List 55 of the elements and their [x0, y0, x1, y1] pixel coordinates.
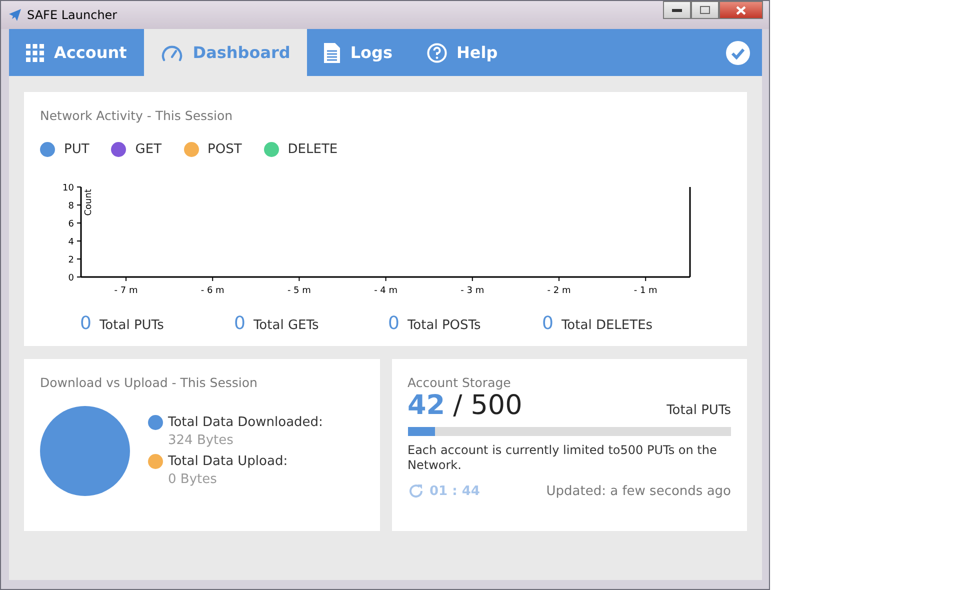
card-title: Network Activity - This Session: [40, 108, 234, 123]
total-count: 0: [234, 313, 246, 334]
card-title: Account Storage: [408, 375, 512, 390]
check-circle-icon[interactable]: [726, 40, 750, 64]
used-count: 42: [408, 390, 446, 421]
minimize-button[interactable]: [663, 1, 691, 19]
updated-text: Updated: a few seconds ago: [546, 484, 731, 498]
data-label: Total Data Upload:: [168, 454, 289, 469]
timer-text: 01 : 44: [430, 484, 480, 498]
total-count: 0: [542, 313, 554, 334]
tick-label: - 6 m: [200, 286, 224, 295]
tick-label: - 2 m: [547, 286, 571, 295]
total-count: 0: [80, 313, 92, 334]
nav-tab[interactable]: Account: [9, 29, 144, 76]
total-label: Total PUTs: [99, 318, 164, 333]
tick-label: 0: [68, 274, 74, 284]
tick-label: - 5 m: [287, 286, 311, 295]
help-icon: [426, 42, 447, 62]
card-title: Download vs Upload - This Session: [40, 375, 258, 390]
maximize-icon: [700, 6, 710, 14]
nav-tab[interactable]: Help: [410, 29, 515, 76]
close-icon: [736, 6, 746, 14]
limit-count: / 500: [453, 390, 522, 421]
data-value: 324 Bytes: [168, 433, 234, 448]
maximize-button[interactable]: [691, 1, 719, 19]
tick-label: 10: [62, 184, 74, 194]
total-label: Total DELETEs: [561, 318, 653, 333]
axis-label: Count: [84, 189, 94, 216]
tick-label: - 4 m: [374, 286, 398, 295]
total-label: Total GETs: [253, 318, 319, 333]
grid-icon: [26, 44, 44, 62]
close-button[interactable]: [719, 1, 763, 19]
nav-tab[interactable]: Logs: [307, 29, 410, 76]
document-icon: [324, 42, 340, 62]
tick-label: 2: [68, 256, 74, 266]
data-label: Total Data Downloaded:: [168, 415, 323, 430]
tick-label: - 3 m: [460, 286, 484, 295]
minimize-icon: [672, 8, 682, 12]
tick-label: 4: [68, 238, 74, 248]
tick-label: - 1 m: [634, 286, 658, 295]
legend-label: DELETE: [288, 142, 338, 157]
storage-note: Each account is currently limited to500 PUTs on the Network.: [408, 443, 718, 473]
tick-label: 6: [68, 220, 74, 230]
nav-tab[interactable]: Dashboard: [144, 29, 308, 76]
gauge-icon: [160, 44, 183, 62]
window-title: SAFE Launcher: [27, 8, 118, 22]
tick-label: - 7 m: [114, 286, 138, 295]
data-value: 0 Bytes: [168, 472, 218, 487]
legend-label: POST: [208, 142, 242, 157]
total-label: Total POSTs: [407, 318, 481, 333]
legend-label: PUT: [64, 142, 90, 157]
total-count: 0: [388, 313, 400, 334]
tick-label: 8: [68, 202, 74, 212]
unit-label: Total PUTs: [666, 403, 731, 418]
legend-label: GET: [135, 142, 162, 157]
